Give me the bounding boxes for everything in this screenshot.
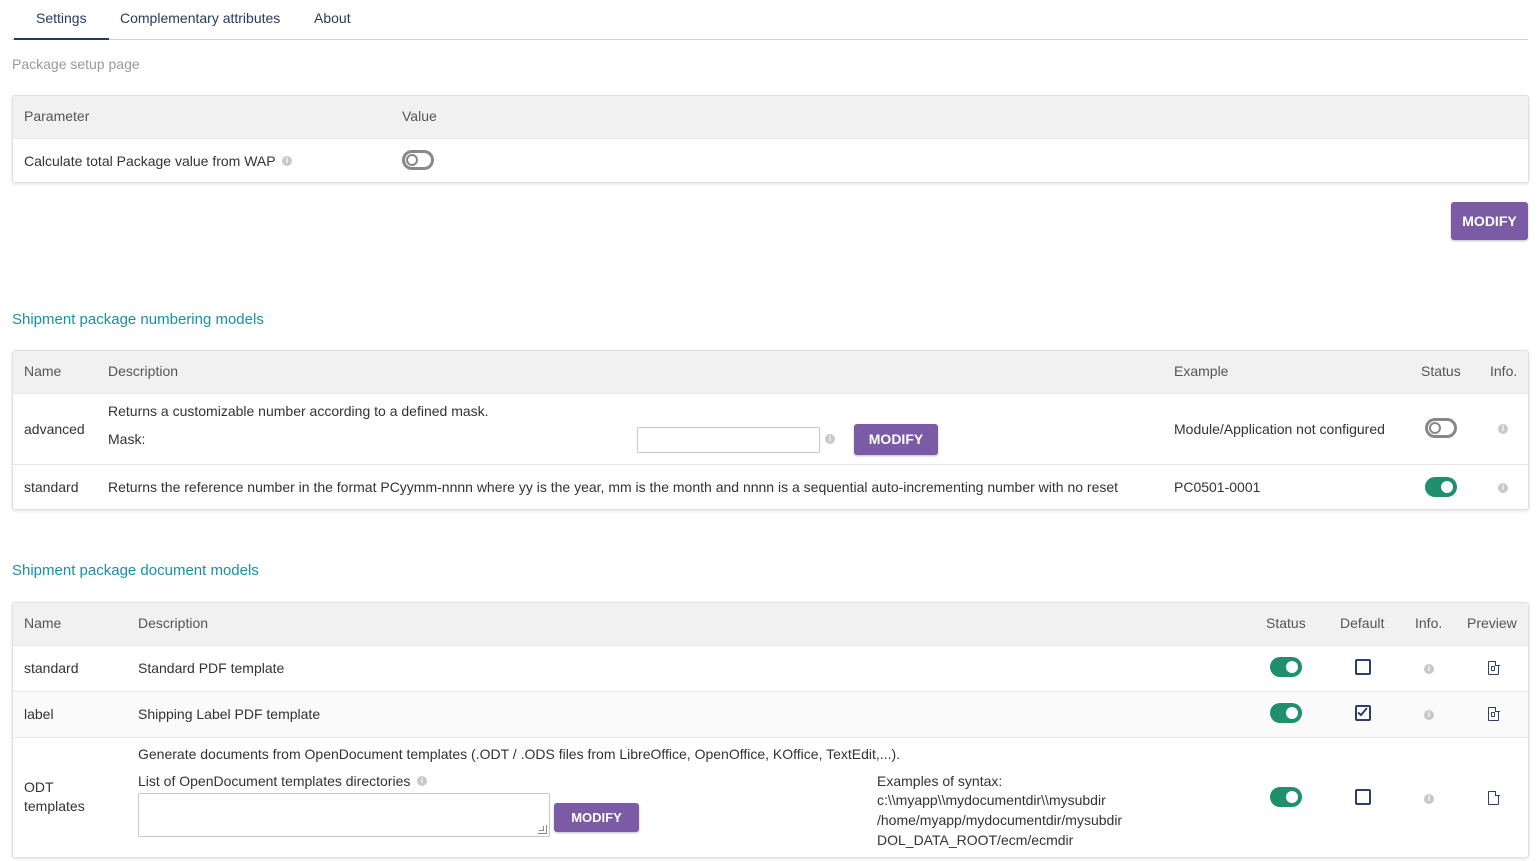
info-icon[interactable]: i xyxy=(1424,794,1434,804)
table-row: standard Returns the reference number in… xyxy=(13,464,1528,510)
header-preview: Preview xyxy=(1467,615,1517,631)
tab-complementary-attributes[interactable]: Complementary attributes xyxy=(98,0,302,40)
table-row: ODT templates Generate documents from Op… xyxy=(13,737,1528,858)
header-description: Description xyxy=(108,363,179,379)
info-icon[interactable]: i xyxy=(1498,424,1508,434)
info-icon[interactable]: i xyxy=(825,434,835,444)
table-header: Name Description Example Status Info. xyxy=(13,351,1528,393)
header-status: Status xyxy=(1421,363,1461,379)
syntax-example: c:\\myapp\\mydocumentdir\\mysubdir xyxy=(877,792,1106,808)
model-description: Returns the reference number in the form… xyxy=(108,479,1119,495)
table-row: standard Standard PDF template i xyxy=(13,645,1528,691)
file-icon[interactable] xyxy=(1488,790,1500,805)
header-name: Name xyxy=(24,615,62,631)
header-default: Default xyxy=(1340,615,1385,631)
header-info: Info. xyxy=(1415,615,1443,631)
header-parameter: Parameter xyxy=(24,108,90,124)
status-toggle[interactable] xyxy=(1425,477,1457,497)
pdf-file-icon[interactable] xyxy=(1488,660,1500,675)
templates-dirs-textarea[interactable] xyxy=(138,793,550,837)
documents-table: Name Description Status Default Info. Pr… xyxy=(12,602,1529,858)
templates-modify-button[interactable]: MODIFY xyxy=(554,803,639,832)
status-toggle[interactable] xyxy=(1270,657,1302,677)
document-name: standard xyxy=(24,660,79,676)
default-checkbox[interactable] xyxy=(1355,789,1371,805)
tab-settings[interactable]: Settings xyxy=(14,0,109,40)
table-header: Name Description Status Default Info. Pr… xyxy=(13,603,1528,645)
parameter-label: Calculate total Package value from WAP xyxy=(24,153,276,169)
document-name: label xyxy=(24,706,54,722)
syntax-example: /home/myapp/mydocumentdir/mysubdir xyxy=(877,812,1123,828)
pdf-file-icon[interactable] xyxy=(1488,706,1500,721)
resize-grip-icon[interactable] xyxy=(538,825,547,834)
header-example: Example xyxy=(1174,363,1229,379)
document-description: Generate documents from OpenDocument tem… xyxy=(138,746,901,762)
info-icon[interactable]: i xyxy=(1424,710,1434,720)
model-example: PC0501-0001 xyxy=(1174,479,1261,495)
mask-input[interactable] xyxy=(637,427,820,453)
document-name-line2: templates xyxy=(24,798,85,814)
wap-toggle[interactable] xyxy=(402,150,434,170)
header-name: Name xyxy=(24,363,62,379)
document-description: Shipping Label PDF template xyxy=(138,706,321,722)
info-icon[interactable]: i xyxy=(417,776,427,786)
document-name-line1: ODT xyxy=(24,779,54,795)
status-toggle[interactable] xyxy=(1270,787,1302,807)
page-subtitle: Package setup page xyxy=(12,56,140,72)
numbering-table: Name Description Example Status Info. ad… xyxy=(12,350,1529,510)
header-status: Status xyxy=(1266,615,1306,631)
table-row: Calculate total Package value from WAP i xyxy=(13,138,1528,183)
info-icon[interactable]: i xyxy=(282,156,292,166)
mask-label: Mask: xyxy=(108,431,146,447)
header-description: Description xyxy=(138,615,209,631)
syntax-title: Examples of syntax: xyxy=(877,773,1003,789)
tab-bar: Settings Complementary attributes About xyxy=(12,0,1528,40)
default-checkbox[interactable] xyxy=(1355,659,1371,675)
model-example: Module/Application not configured xyxy=(1174,421,1385,437)
status-toggle[interactable] xyxy=(1425,418,1457,438)
templates-dirs-label: List of OpenDocument templates directori… xyxy=(138,773,411,789)
header-value: Value xyxy=(402,108,437,124)
tab-about[interactable]: About xyxy=(292,0,373,40)
status-toggle[interactable] xyxy=(1270,703,1302,723)
info-icon[interactable]: i xyxy=(1424,664,1434,674)
parameters-table: Parameter Value Calculate total Package … xyxy=(12,95,1529,183)
mask-modify-button[interactable]: MODIFY xyxy=(854,424,938,455)
syntax-example: DOL_DATA_ROOT/ecm/ecmdir xyxy=(877,832,1074,848)
modify-button[interactable]: MODIFY xyxy=(1451,202,1528,240)
table-header: Parameter Value xyxy=(13,96,1528,138)
default-checkbox[interactable] xyxy=(1355,705,1371,721)
table-row: advanced Returns a customizable number a… xyxy=(13,393,1528,464)
table-row: label Shipping Label PDF template i xyxy=(13,691,1528,737)
model-name: advanced xyxy=(24,421,85,437)
document-description: Standard PDF template xyxy=(138,660,285,676)
numbering-section-title: Shipment package numbering models xyxy=(12,311,264,328)
documents-section-title: Shipment package document models xyxy=(12,562,259,579)
header-info: Info. xyxy=(1490,363,1518,379)
model-name: standard xyxy=(24,479,79,495)
info-icon[interactable]: i xyxy=(1498,483,1508,493)
model-description: Returns a customizable number according … xyxy=(108,403,489,419)
